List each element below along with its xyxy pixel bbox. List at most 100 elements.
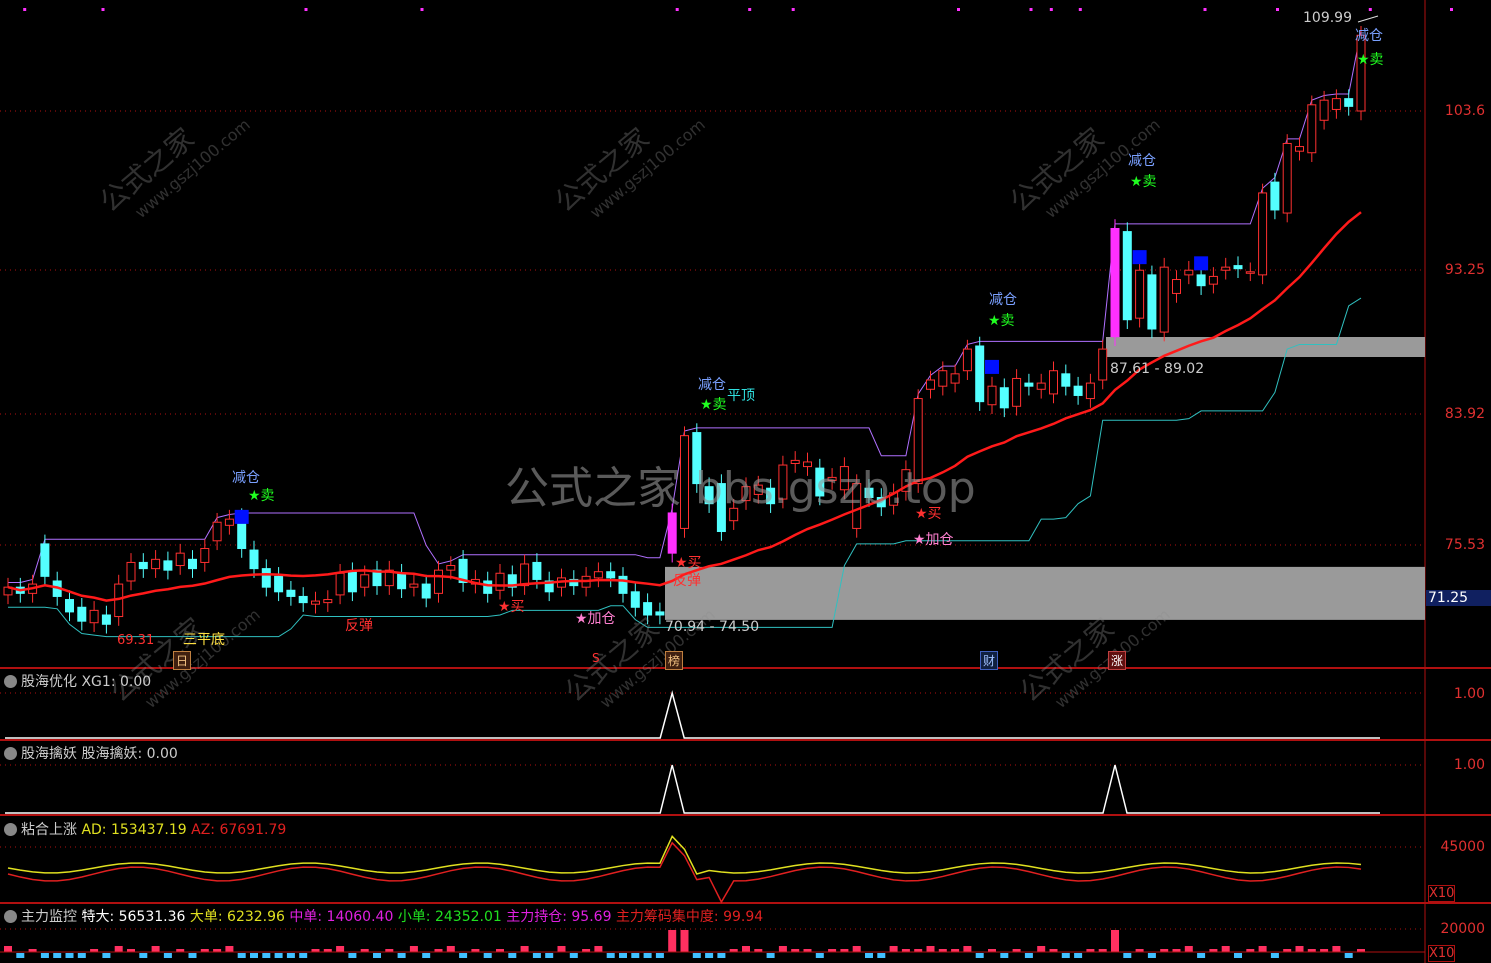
money-flow-bar — [742, 946, 750, 952]
candle-body — [987, 385, 997, 406]
money-flow-bar — [163, 953, 172, 958]
candle-body — [89, 609, 99, 624]
money-flow-bar — [237, 953, 246, 958]
header-dot — [420, 8, 424, 11]
collapse-icon[interactable] — [4, 910, 17, 923]
panel-title-nhsz[interactable]: 粘合上涨 AD: 153437.19 AZ: 67691.79 — [4, 819, 286, 839]
reduce-label: 减仓 — [698, 377, 726, 393]
money-flow-bar — [569, 953, 578, 958]
candle-body — [224, 518, 234, 526]
money-flow-bar — [865, 953, 873, 958]
header-dot — [748, 8, 752, 11]
candle-body — [1319, 99, 1329, 121]
money-flow-bar — [963, 946, 972, 952]
candle-body — [175, 552, 185, 567]
candle-body — [249, 549, 259, 570]
event-tag[interactable]: 榜 — [665, 651, 684, 670]
candle-body — [335, 572, 345, 596]
money-flow-bar — [188, 953, 197, 958]
header-dot — [1276, 8, 1279, 11]
candle-body — [962, 348, 972, 372]
money-flow-bar — [619, 953, 627, 958]
candle-body — [1122, 231, 1132, 321]
candle-body — [77, 606, 87, 622]
add-position-label: ★加仓 — [575, 611, 616, 627]
axis-tick: 75.53 — [1444, 537, 1485, 553]
collapse-icon[interactable] — [4, 747, 17, 760]
candle-body — [1110, 227, 1120, 338]
candle-body — [938, 370, 948, 387]
money-flow-bar — [1111, 930, 1119, 952]
zone-label: 70.94 - 74.50 — [665, 619, 760, 635]
candle-body — [1258, 192, 1268, 276]
candle-body — [1159, 266, 1169, 333]
header-dot — [1368, 8, 1372, 11]
event-tag[interactable]: 日 — [173, 651, 192, 670]
candle-body — [483, 580, 493, 594]
money-flow-bar — [766, 953, 775, 958]
candle-body — [1036, 382, 1046, 390]
candle-body — [360, 574, 370, 588]
reduce-label: 减仓 — [232, 470, 260, 486]
candle-body — [606, 571, 616, 579]
axis-tick: 83.92 — [1444, 406, 1485, 422]
panel-title-qhqy[interactable]: 股海擒妖 股海擒妖: 0.00 — [4, 743, 178, 763]
money-flow-bar — [77, 953, 86, 958]
candle-body — [1172, 279, 1181, 294]
candle-body — [532, 561, 542, 580]
panel-title-zljk[interactable]: 主力监控 特大: 56531.36 大单: 6232.96 中单: 14060.… — [4, 906, 763, 926]
money-flow-bar — [717, 953, 726, 958]
money-flow-bar — [1258, 946, 1267, 952]
header-dot — [304, 8, 308, 11]
high-arrow-icon — [1357, 15, 1379, 23]
money-flow-bar — [397, 953, 406, 958]
money-flow-bar — [631, 953, 640, 958]
money-flow-bar — [606, 953, 615, 958]
high-price-label: 109.99 — [1303, 10, 1352, 26]
flat-top-label: 平顶 — [727, 388, 755, 404]
money-flow-bar — [532, 953, 541, 958]
collapse-icon[interactable] — [4, 675, 17, 688]
rebound-label: 反弹 — [673, 573, 701, 589]
header-dot — [101, 8, 105, 11]
header-dot — [675, 8, 679, 11]
support-zone — [1106, 337, 1425, 357]
candle-body — [975, 345, 985, 403]
money-flow-bar — [114, 946, 123, 952]
event-tag[interactable]: S — [592, 651, 600, 665]
header-dot — [791, 8, 795, 11]
candle-body — [520, 563, 530, 587]
candle-body — [1282, 142, 1292, 214]
center-watermark: 公式之家 bbs.gszb.top — [505, 463, 976, 514]
event-tag[interactable]: 涨 — [1108, 651, 1127, 670]
candle-body — [65, 599, 74, 613]
money-flow-bar — [225, 946, 234, 952]
candle-body — [1073, 385, 1083, 396]
xg1-signal-line — [5, 690, 1380, 739]
money-flow-bar — [1295, 946, 1304, 952]
reduce-label: 减仓 — [989, 292, 1017, 308]
signal-square — [234, 509, 249, 524]
candle-body — [212, 521, 222, 542]
money-flow-bar — [348, 953, 357, 958]
money-flow-bar — [274, 953, 283, 958]
money-flow-bar — [409, 946, 418, 952]
candle-body — [618, 575, 628, 594]
event-tag[interactable]: 财 — [980, 651, 999, 670]
sell-label: ★卖 — [1130, 174, 1157, 190]
multiplier-label: X10 — [1428, 885, 1456, 902]
sell-label: ★卖 — [1357, 52, 1384, 68]
money-flow-bar — [655, 953, 664, 958]
money-flow-bar — [778, 946, 787, 952]
money-flow-bar — [1270, 953, 1279, 958]
money-flow-bar — [286, 953, 295, 958]
axis-tick: 93.25 — [1444, 262, 1485, 278]
qhqy-signal-line — [5, 764, 1380, 814]
candle-body — [286, 589, 296, 597]
zone-label: 87.61 - 89.02 — [1110, 361, 1205, 377]
candle-body — [311, 600, 320, 605]
candle-body — [1085, 382, 1095, 400]
panel-title-xg1[interactable]: 股海优化 XG1: 0.00 — [4, 671, 151, 691]
candle-body — [446, 565, 456, 571]
collapse-icon[interactable] — [4, 823, 17, 836]
